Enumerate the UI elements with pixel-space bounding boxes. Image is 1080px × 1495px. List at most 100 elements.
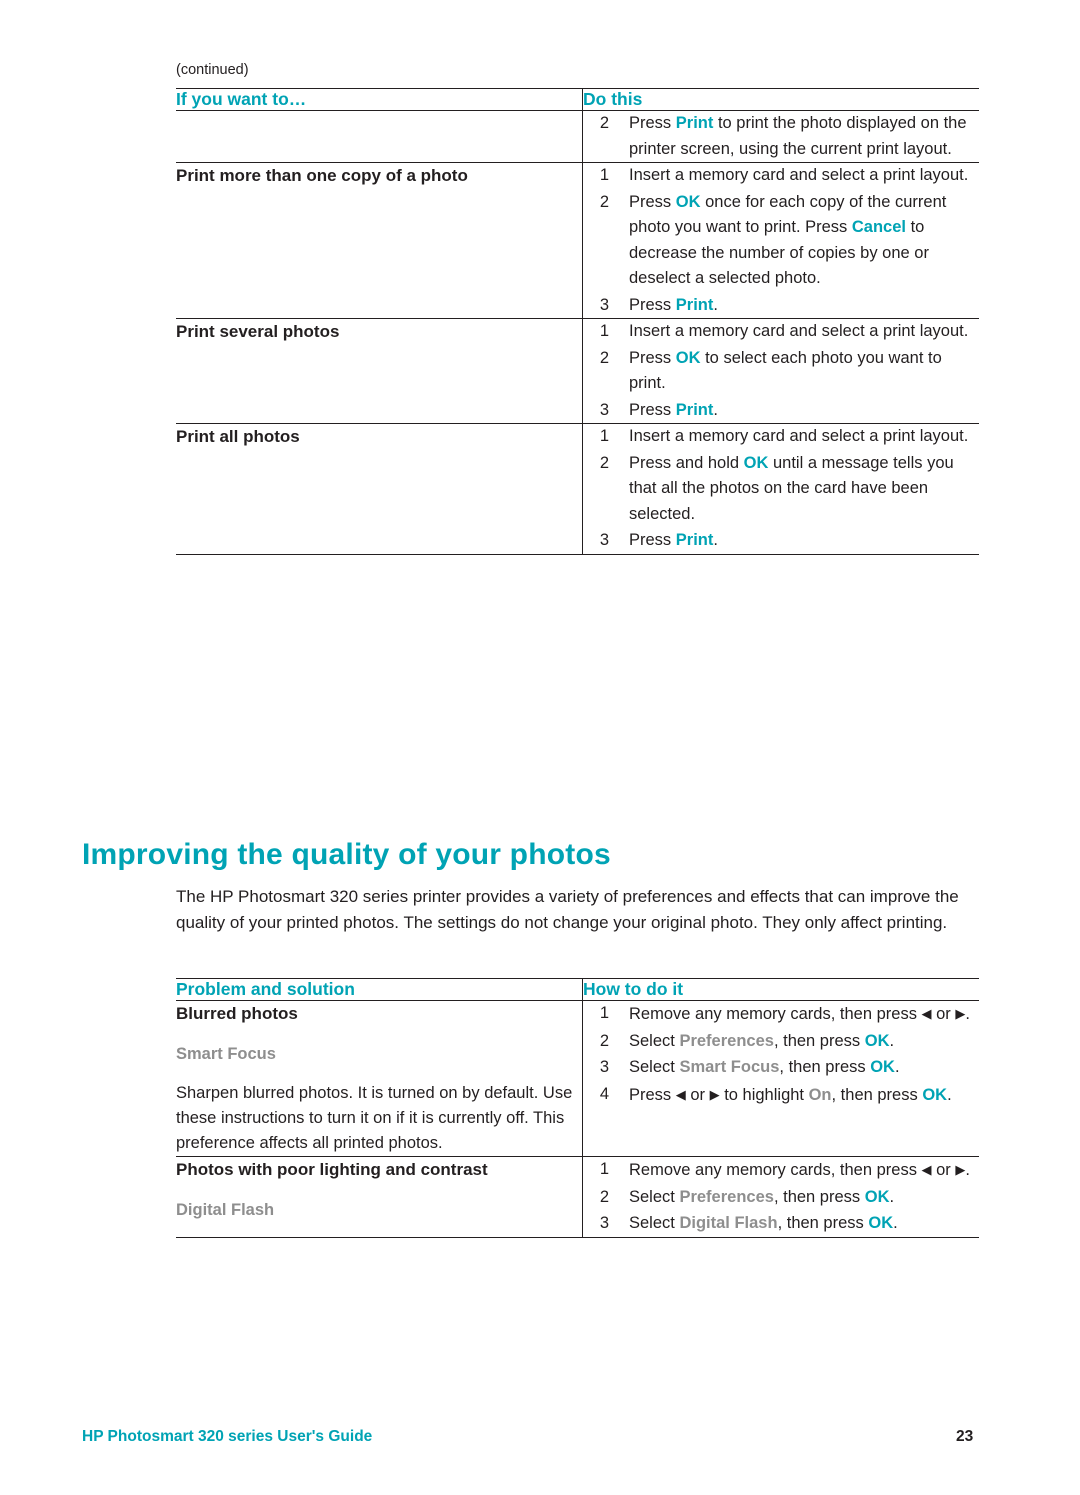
button-name-highlight: Cancel: [851, 218, 906, 236]
table-cell-right: 1 Insert a memory card and select a print…: [582, 162, 979, 319]
text-run: or: [685, 1085, 710, 1104]
text-run: Insert a memory card and select a print …: [629, 427, 969, 445]
step-item: 1 Insert a memory card and select a print…: [583, 424, 979, 450]
table-cell-right: 1 Insert a memory card and select a print…: [582, 423, 979, 555]
continued-label: (continued): [176, 62, 249, 78]
table-cell-left: Print all photos: [176, 423, 583, 555]
text-run: Press: [629, 114, 676, 132]
step-number: 3: [599, 295, 609, 314]
table-cell-left: [176, 110, 583, 163]
step-item: 2 Select Preferences, then press OK.: [583, 1185, 979, 1211]
step-number: 2: [599, 348, 609, 367]
step-item: 1 Insert a memory card and select a print…: [583, 163, 979, 189]
step-number: 1: [599, 1004, 609, 1022]
button-name-highlight: Print: [675, 295, 714, 314]
table-cell-right: 1 Remove any memory cards, then press ◀ o…: [582, 1000, 979, 1157]
table-row: Photos with poor lighting and contrast Di…: [176, 1156, 979, 1238]
button-name-highlight: OK: [922, 1085, 948, 1104]
step-item: 2 Select Preferences, then press OK.: [583, 1029, 979, 1055]
arrow-icon: ▶: [955, 1162, 966, 1177]
text-run: , then press: [779, 1058, 871, 1076]
menu-name-highlight: Smart Focus: [679, 1058, 780, 1076]
step-item: 1 Insert a memory card and select a print…: [583, 319, 979, 345]
menu-name-highlight: Preferences: [679, 1187, 774, 1206]
text-run: or: [931, 1161, 956, 1179]
printing-options-table: If you want to… Do this 2 Press Print to …: [176, 88, 979, 555]
text-run: , then press: [831, 1085, 923, 1104]
step-number: 3: [599, 531, 609, 549]
arrow-icon: ◀: [921, 1006, 932, 1021]
menu-name-highlight: On: [808, 1085, 832, 1104]
menu-name-highlight: Digital Flash: [679, 1214, 778, 1232]
text-run: Press: [629, 531, 676, 549]
step-item: 2 Press Print to print the photo displaye…: [583, 111, 979, 162]
row-label: Blurred photos: [176, 1004, 298, 1023]
text-run: Press and hold: [629, 453, 744, 472]
step-number: 1: [599, 1160, 609, 1178]
table-header-row: If you want to… Do this: [176, 88, 979, 111]
menu-name-highlight: Preferences: [679, 1031, 774, 1050]
table-cell-left: Print several photos: [176, 318, 583, 424]
footer-guide-title: HP Photosmart 320 series User's Guide: [82, 1428, 373, 1445]
step-item: 3 Press Print.: [583, 398, 979, 424]
row-label: Print more than one copy of a photo: [176, 166, 468, 185]
section-intro-paragraph: The HP Photosmart 320 series printer pro…: [176, 887, 959, 932]
arrow-icon: ◀: [675, 1086, 686, 1102]
text-run: Press: [629, 348, 676, 367]
text-run: .: [889, 1187, 895, 1206]
step-number: 2: [599, 453, 609, 472]
step-number: 1: [599, 166, 609, 184]
step-item: 3 Select Smart Focus, then press OK.: [583, 1055, 979, 1081]
table-row: Print more than one copy of a photo 1 Inse…: [176, 162, 979, 319]
row-label: Print all photos: [176, 427, 300, 446]
text-run: Select: [629, 1031, 680, 1050]
text-run: Press: [629, 192, 676, 211]
step-list: 1 Remove any memory cards, then press ◀ o…: [583, 1157, 979, 1237]
step-number: 2: [599, 192, 609, 211]
text-run: Press: [629, 1085, 676, 1104]
arrow-icon: ◀: [921, 1162, 932, 1177]
text-run: .: [713, 531, 718, 549]
step-number: 3: [599, 1058, 609, 1076]
text-run: Insert a memory card and select a print …: [629, 322, 969, 340]
text-run: , then press: [773, 1031, 865, 1050]
document-page: (continued) If you want to… Do this 2 Pre…: [0, 0, 1080, 1495]
row-sublabel: Smart Focus: [176, 1045, 276, 1063]
text-run: Select: [629, 1187, 680, 1206]
step-item: 4 Press ◀ or ▶ to highlight On, then pres…: [583, 1082, 979, 1109]
table-cell-left: Print more than one copy of a photo: [176, 162, 583, 319]
step-list: 1 Insert a memory card and select a print…: [583, 424, 979, 554]
text-run: .: [947, 1085, 952, 1104]
text-run: , then press: [773, 1187, 865, 1206]
text-run: , then press: [777, 1214, 869, 1232]
text-run: Select: [629, 1214, 680, 1232]
text-run: to highlight: [719, 1085, 809, 1104]
quality-problems-table: Problem and solution How to do it Blurre…: [176, 978, 979, 1238]
button-name-highlight: OK: [743, 453, 769, 472]
text-run: .: [965, 1005, 970, 1023]
step-number: 1: [599, 322, 609, 340]
button-name-highlight: Print: [675, 114, 714, 132]
footer-page-number: 23: [956, 1428, 974, 1445]
text-run: .: [713, 295, 718, 314]
row-description: Sharpen blurred photos. It is turned on …: [176, 1084, 573, 1152]
step-item: 2 Press OK to select each photo you want …: [583, 346, 979, 397]
row-label: Print several photos: [176, 322, 340, 341]
button-name-highlight: OK: [675, 192, 701, 211]
button-name-highlight: OK: [675, 348, 701, 367]
row-label: Photos with poor lighting and contrast: [176, 1160, 488, 1179]
table-header-right: How to do it: [582, 978, 979, 1001]
text-run: .: [894, 1058, 900, 1076]
table-cell-right: 1 Remove any memory cards, then press ◀ o…: [582, 1156, 979, 1238]
table-row: Print several photos 1 Insert a memory car…: [176, 318, 979, 424]
text-run: Remove any memory cards, then press: [629, 1161, 922, 1179]
step-list: 2 Press Print to print the photo displaye…: [583, 111, 979, 162]
step-item: 3 Press Print.: [583, 528, 979, 554]
text-run: Remove any memory cards, then press: [629, 1005, 922, 1023]
table-header-right: Do this: [582, 88, 979, 111]
table-header-row: Problem and solution How to do it: [176, 978, 979, 1001]
button-name-highlight: OK: [868, 1214, 894, 1232]
arrow-icon: ▶: [709, 1086, 720, 1102]
text-run: or: [931, 1005, 956, 1023]
table-header-left: Problem and solution: [176, 978, 583, 1001]
